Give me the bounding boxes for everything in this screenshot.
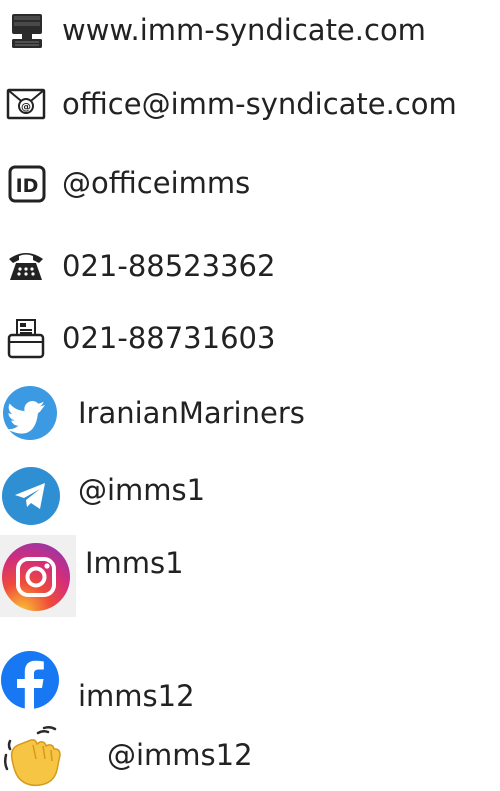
envelope-at-icon: @ [6,88,46,120]
fax-machine-icon [7,319,45,359]
fax-number[interactable]: 021-88731603 [62,320,275,356]
svg-text:@: @ [21,102,31,113]
phone-row: 021-88523362 [0,234,500,294]
telegram-row: @imms1 [0,460,500,525]
instagram-camera-icon[interactable] [0,535,76,617]
id-row: ID @officeimms [0,155,500,215]
fax-row: 021-88731603 [0,308,500,368]
email-row: @ office@imm-syndicate.com [0,74,500,134]
desktop-computer-icon [12,14,42,48]
website-link[interactable]: www.imm-syndicate.com [62,12,426,48]
telegram-plane-icon[interactable] [0,463,64,527]
telegram-handle[interactable]: @imms1 [78,472,205,508]
facebook-f-icon[interactable] [0,650,64,714]
phone-link[interactable]: 021-88523362 [62,248,275,284]
website-row: www.imm-syndicate.com [0,0,500,60]
waving-hand-icon [3,725,61,787]
facebook-handle[interactable]: imms12 [78,678,195,714]
waving-row: @imms12 [0,725,500,787]
facebook-row: imms12 [0,650,500,713]
telephone-icon [9,253,43,280]
waving-handle: @imms12 [107,738,253,772]
svg-text:ID: ID [16,175,39,197]
id-icon: ID [8,165,46,203]
twitter-handle[interactable]: IranianMariners [78,395,305,431]
instagram-handle[interactable]: Imms1 [85,545,184,581]
email-link[interactable]: office@imm-syndicate.com [62,86,457,122]
instagram-row: Imms1 [0,535,500,617]
id-handle: @officeimms [62,166,251,200]
twitter-row: IranianMariners [0,383,500,443]
twitter-bird-icon[interactable] [0,383,64,443]
